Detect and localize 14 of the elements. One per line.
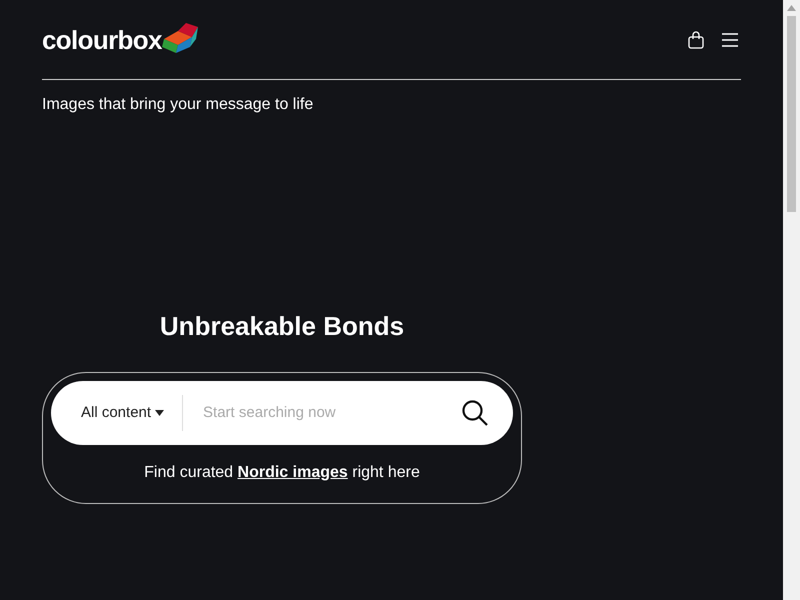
logo[interactable]: colourbox: [42, 26, 198, 52]
menu-icon[interactable]: [721, 32, 739, 46]
shopping-bag-icon[interactable]: [687, 30, 705, 48]
curated-note: Find curated Nordic images right here: [144, 463, 420, 483]
search-icon[interactable]: [461, 399, 489, 427]
tagline: Images that bring your message to life: [42, 95, 314, 115]
caret-icon: [155, 410, 164, 416]
nordic-images-link[interactable]: Nordic images: [238, 464, 348, 481]
search-field[interactable]: Start searching now: [203, 402, 461, 424]
hero-title: Unbreakable Bonds: [160, 310, 404, 343]
scrollbar[interactable]: [783, 0, 800, 600]
scrollbar-thumb[interactable]: [787, 16, 796, 212]
category-dropdown[interactable]: All content: [81, 395, 184, 431]
logo-text: colourbox: [42, 26, 162, 52]
